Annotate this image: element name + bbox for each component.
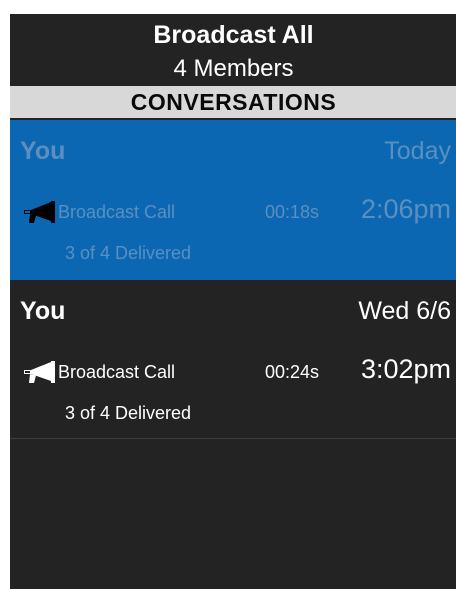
sender-name: You: [20, 297, 66, 325]
call-duration: 00:18s: [265, 202, 320, 222]
megaphone-icon: [24, 361, 55, 383]
conversation-row-today[interactable]: You Today Broadcast Call 00:18s 2:06pm 3…: [10, 120, 456, 280]
member-count: 4 Members: [173, 55, 294, 82]
call-time: 3:02pm: [360, 354, 451, 384]
header: Broadcast All 4 Members: [10, 14, 456, 86]
phone-screen: Broadcast All 4 Members CONVERSATIONS Yo…: [10, 14, 456, 589]
call-type-label: Broadcast Call: [58, 362, 176, 382]
call-duration: 00:24s: [265, 362, 320, 382]
conversation-row-wed[interactable]: You Wed 6/6 Broadcast Call 00:24s 3:02pm…: [10, 280, 456, 439]
delivery-status: 3 of 4 Delivered: [65, 403, 192, 423]
page-title: Broadcast All: [153, 21, 314, 49]
conversation-date: Wed 6/6: [358, 297, 451, 325]
delivery-status: 3 of 4 Delivered: [65, 243, 192, 263]
section-header: CONVERSATIONS: [10, 86, 456, 118]
sender-name: You: [20, 137, 66, 165]
megaphone-icon: [24, 201, 55, 223]
conversation-date: Today: [384, 137, 451, 165]
call-type-label: Broadcast Call: [58, 202, 176, 222]
call-time: 2:06pm: [360, 194, 451, 224]
